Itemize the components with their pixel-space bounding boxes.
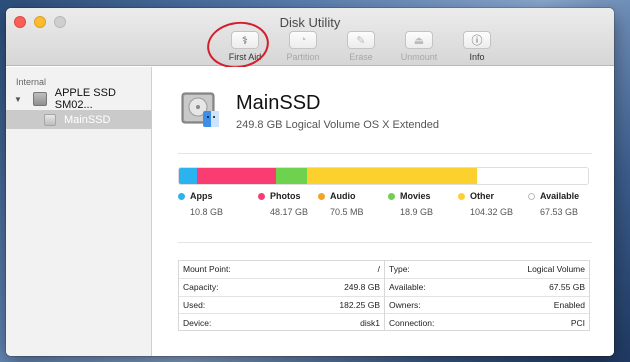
legend-category-label: Available <box>540 191 580 201</box>
divider <box>178 153 592 154</box>
legend-color-dot <box>318 192 325 200</box>
info-row: Owners: Enabled <box>385 297 589 315</box>
info-column-right: Type: Logical Volume Available: 67.55 GB O… <box>384 261 589 330</box>
legend-category-label: Photos <box>270 191 301 201</box>
first-aid-label: First Aid <box>228 52 262 62</box>
usage-segment-apps <box>179 168 197 184</box>
legend-color-dot <box>258 192 265 200</box>
main-pane: MainSSD 249.8 GB Logical Volume OS X Ext… <box>153 67 614 356</box>
info-label: Mount Point: <box>183 264 231 275</box>
partition-button[interactable]: ◔ Partition <box>274 31 332 62</box>
erase-button[interactable]: ✎ Erase <box>332 31 390 62</box>
info-label: Capacity: <box>183 282 219 293</box>
legend-category-label: Audio <box>330 191 356 201</box>
usage-segment-movies <box>275 168 307 184</box>
legend-color-dot <box>178 192 185 200</box>
info-row: Capacity: 249.8 GB <box>179 279 384 297</box>
partition-icon: ◔ <box>299 34 307 46</box>
info-value: 249.8 GB <box>344 282 380 293</box>
sidebar-disk-label: APPLE SSD SM02... <box>54 87 116 111</box>
legend-category-label: Movies <box>400 191 431 201</box>
info-value: 182.25 GB <box>339 299 380 310</box>
info-label: Owners: <box>389 299 421 310</box>
legend-size-value: 10.8 GB <box>190 207 224 217</box>
partition-label: Partition <box>286 52 320 62</box>
info-value: Enabled <box>553 299 585 310</box>
legend-category-label: Apps <box>190 191 213 201</box>
window-title: Disk Utility <box>279 15 341 30</box>
legend-item-audio: Audio 70.5 MB <box>318 191 398 217</box>
info-value: disk1 <box>360 318 380 329</box>
info-row: Used: 182.25 GB <box>179 297 384 315</box>
sidebar-volume-label: MainSSD <box>64 113 111 126</box>
legend-color-dot <box>528 192 535 200</box>
info-label: Available: <box>389 282 426 293</box>
info-label: Info <box>469 52 485 62</box>
info-label: Connection: <box>389 318 435 329</box>
info-value: / <box>377 264 380 275</box>
usage-segment-other <box>306 168 478 184</box>
volume-title: MainSSD <box>236 92 321 114</box>
legend-item-movies: Movies 18.9 GB <box>388 191 468 217</box>
sidebar-section-internal: Internal <box>16 77 47 87</box>
unmount-button[interactable]: ⏏ Unmount <box>390 31 448 62</box>
stethoscope-icon: ⚕ <box>242 34 248 47</box>
volume-description: 249.8 GB Logical Volume OS X Extended <box>236 119 440 131</box>
usage-bar <box>178 167 589 185</box>
legend-color-dot <box>458 192 465 200</box>
volume-icon <box>44 113 56 126</box>
info-value: Logical Volume <box>527 264 585 275</box>
info-row: Type: Logical Volume <box>385 261 589 279</box>
info-icon: ⓘ <box>471 35 483 47</box>
first-aid-button[interactable]: ⚕ First Aid <box>216 31 274 62</box>
legend-item-other: Other 104.32 GB <box>458 191 538 217</box>
title-bar: Disk Utility ⚕ First Aid ◔ Partition ✎ E… <box>6 8 614 73</box>
sidebar: Internal ▼ APPLE SSD SM02... MainSSD <box>6 67 152 356</box>
legend-item-apps: Apps 10.8 GB <box>178 191 258 217</box>
disclosure-triangle-icon[interactable]: ▼ <box>14 95 27 104</box>
disk-utility-window: Disk Utility ⚕ First Aid ◔ Partition ✎ E… <box>6 8 614 356</box>
sidebar-item-volume[interactable]: MainSSD <box>6 110 152 129</box>
legend-size-value: 67.53 GB <box>540 207 579 217</box>
hard-drive-icon <box>33 92 47 106</box>
info-label: Device: <box>183 318 212 329</box>
divider <box>178 242 592 243</box>
info-label: Used: <box>183 299 206 310</box>
info-button[interactable]: ⓘ Info <box>448 31 506 62</box>
unmount-label: Unmount <box>400 52 438 62</box>
legend-category-label: Other <box>470 191 495 201</box>
usage-segment-photos <box>196 168 276 184</box>
eject-icon: ⏏ <box>413 34 425 47</box>
info-row: Available: 67.55 GB <box>385 279 589 297</box>
info-row: Mount Point: / <box>179 261 384 279</box>
info-label: Type: <box>389 264 410 275</box>
info-column-left: Mount Point: / Capacity: 249.8 GB Used: 182… <box>179 261 384 330</box>
info-row: Device: disk1 <box>179 314 384 332</box>
finder-drive-icon <box>181 92 219 127</box>
toolbar: ⚕ First Aid ◔ Partition ✎ Erase ⏏ Unmoun… <box>216 31 506 62</box>
info-row: Connection: PCI <box>385 314 589 332</box>
sidebar-item-disk[interactable]: ▼ APPLE SSD SM02... <box>6 87 152 111</box>
usage-segment-available <box>477 168 588 184</box>
legend-color-dot <box>388 192 395 200</box>
erase-icon: ✎ <box>356 34 366 47</box>
erase-label: Erase <box>349 52 373 62</box>
legend-item-available: Available 67.53 GB <box>528 191 608 217</box>
info-value: PCI <box>570 318 585 329</box>
volume-info-table: Mount Point: / Capacity: 249.8 GB Used: 182… <box>178 260 590 331</box>
info-value: 67.55 GB <box>549 282 585 293</box>
